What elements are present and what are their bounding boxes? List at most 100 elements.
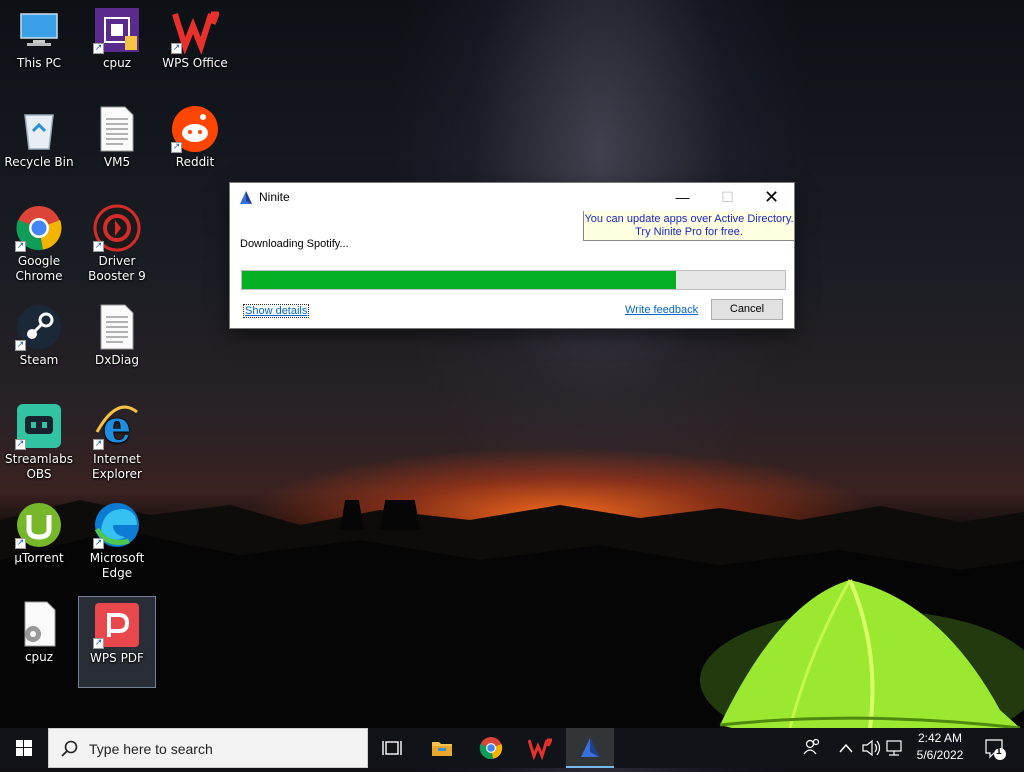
recycle-bin-icon: [15, 105, 63, 153]
task-view-button[interactable]: [368, 728, 416, 768]
desktop-icon-vm5[interactable]: VM5: [78, 101, 156, 193]
settings-file-icon: [15, 600, 63, 648]
ninite-window: Ninite — ☐ ✕ You can update apps over Ac…: [229, 182, 795, 329]
shortcut-arrow-icon: ↗: [93, 241, 104, 252]
progress-fill: [242, 271, 677, 289]
document-icon: [93, 105, 141, 153]
start-button[interactable]: [0, 728, 48, 768]
taskbar-ninite[interactable]: [566, 728, 614, 768]
cpuz-icon: ↗: [93, 6, 141, 54]
internet-explorer-icon: e ↗: [93, 402, 141, 453]
notification-icon: [985, 739, 1006, 760]
write-feedback-link[interactable]: Write feedback: [625, 304, 698, 316]
volume-icon: [862, 739, 881, 757]
wps-office-icon: [528, 738, 552, 760]
system-clock[interactable]: 2:42 AM 5/6/2022: [905, 730, 975, 764]
minimize-button[interactable]: —: [660, 183, 705, 213]
close-icon: ✕: [763, 187, 780, 207]
shortcut-arrow-icon: ↗: [93, 43, 104, 54]
clock-time: 2:42 AM: [917, 731, 963, 745]
desktop-icon-label: This PC: [17, 56, 61, 70]
windows-logo-icon: [16, 740, 32, 756]
document-icon: [93, 303, 141, 351]
desktop-icon-label: WPS Office: [162, 56, 228, 70]
chrome-icon: ↗: [15, 204, 63, 252]
shortcut-arrow-icon: ↗: [93, 638, 104, 649]
desktop-icon-label: Streamlabs OBS: [5, 452, 73, 481]
desktop-icon-label: Recycle Bin: [4, 155, 74, 169]
shortcut-arrow-icon: ↗: [15, 538, 26, 549]
utorrent-icon: ↗: [15, 501, 63, 549]
ninite-icon: [581, 738, 599, 757]
desktop-icon-recycle-bin[interactable]: Recycle Bin: [0, 101, 78, 193]
desktop-icon-internet-explorer[interactable]: e ↗ Internet Explorer: [78, 398, 156, 490]
desktop-icon-wps-pdf[interactable]: ↗ WPS PDF: [78, 596, 156, 688]
network-button[interactable]: [884, 728, 904, 768]
desktop-icon-label: µTorrent: [14, 551, 64, 565]
ninite-logo-icon: [240, 191, 252, 204]
desktop-icon-google-chrome[interactable]: ↗ Google Chrome: [0, 200, 78, 292]
promo-line-2: Try Ninite Pro for free.: [635, 226, 743, 238]
ninite-pro-promo[interactable]: You can update apps over Active Director…: [583, 211, 795, 241]
desktop-icon-label: DxDiag: [95, 353, 139, 367]
desktop-icon--torrent[interactable]: ↗ µTorrent: [0, 497, 78, 589]
shortcut-arrow-icon: ↗: [171, 142, 182, 153]
show-hidden-icons-button[interactable]: [836, 728, 856, 768]
promo-line-1: You can update apps over Active Director…: [584, 213, 794, 225]
close-button[interactable]: ✕: [749, 183, 794, 213]
people-button[interactable]: [800, 728, 824, 768]
taskbar-chrome[interactable]: [467, 728, 515, 768]
maximize-button[interactable]: ☐: [705, 183, 750, 213]
desktop-icon-wps-office[interactable]: ↗ WPS Office: [156, 2, 234, 94]
taskbar-file-explorer[interactable]: [418, 728, 466, 768]
volume-button[interactable]: [860, 728, 882, 768]
desktop-icon-dxdiag[interactable]: DxDiag: [78, 299, 156, 391]
taskbar-search-box[interactable]: Type here to search: [48, 728, 368, 768]
shortcut-arrow-icon: ↗: [93, 439, 104, 450]
desktop-icon-label: Microsoft Edge: [89, 551, 145, 580]
search-placeholder: Type here to search: [89, 741, 213, 757]
minimize-icon: —: [675, 189, 690, 205]
show-details-link[interactable]: Show details: [243, 304, 310, 318]
chevron-up-icon: [839, 743, 853, 753]
desktop-icon-steam[interactable]: ↗ Steam: [0, 299, 78, 391]
desktop-icon-label: Steam: [19, 353, 59, 367]
wps-pdf-icon: ↗: [93, 601, 141, 649]
ninite-titlebar[interactable]: Ninite — ☐ ✕: [230, 183, 794, 213]
shortcut-arrow-icon: ↗: [15, 340, 26, 351]
reddit-icon: ↗: [171, 105, 219, 153]
notification-count: 1: [996, 746, 1002, 757]
desktop-icon-cpuz[interactable]: ↗ cpuz: [78, 2, 156, 94]
desktop-icon-this-pc[interactable]: This PC: [0, 2, 78, 94]
streamlabs-icon: ↗: [15, 402, 63, 450]
desktop-icon-label: Reddit: [175, 155, 215, 169]
desktop-icon-reddit[interactable]: ↗ Reddit: [156, 101, 234, 193]
task-view-icon: [382, 741, 402, 755]
shortcut-arrow-icon: ↗: [15, 439, 26, 450]
download-status: Downloading Spotify...: [240, 238, 349, 250]
progress-bar: [241, 270, 786, 290]
desktop-icon-label: Internet Explorer: [92, 452, 142, 481]
steam-icon: ↗: [15, 303, 63, 351]
desktop-icon-cpuz[interactable]: cpuz: [0, 596, 78, 688]
window-title: Ninite: [259, 190, 290, 204]
people-icon: [803, 738, 820, 755]
taskbar: Type here to search 2:42 AM 5/6/2022 1: [0, 728, 1024, 768]
desktop-icon-label: Driver Booster 9: [88, 254, 146, 283]
cancel-button[interactable]: Cancel: [711, 299, 783, 320]
edge-icon: ↗: [93, 501, 141, 549]
desktop-icon-driver-booster-9[interactable]: ↗ Driver Booster 9: [78, 200, 156, 292]
desktop-icon-microsoft-edge[interactable]: ↗ Microsoft Edge: [78, 497, 156, 589]
this-pc-icon: [15, 6, 63, 54]
clock-date: 5/6/2022: [916, 748, 964, 762]
action-center-button[interactable]: 1: [980, 728, 1010, 768]
desktop-icon-label: cpuz: [102, 56, 132, 70]
driver-booster-icon: ↗: [93, 204, 141, 252]
taskbar-wps-office[interactable]: [516, 728, 564, 768]
shortcut-arrow-icon: ↗: [15, 241, 26, 252]
desktop-icon-streamlabs-obs[interactable]: ↗ Streamlabs OBS: [0, 398, 78, 490]
maximize-icon: ☐: [721, 189, 734, 205]
desktop-icon-label: WPS PDF: [90, 651, 144, 665]
shortcut-arrow-icon: ↗: [171, 43, 182, 54]
file-explorer-icon: [432, 742, 452, 756]
